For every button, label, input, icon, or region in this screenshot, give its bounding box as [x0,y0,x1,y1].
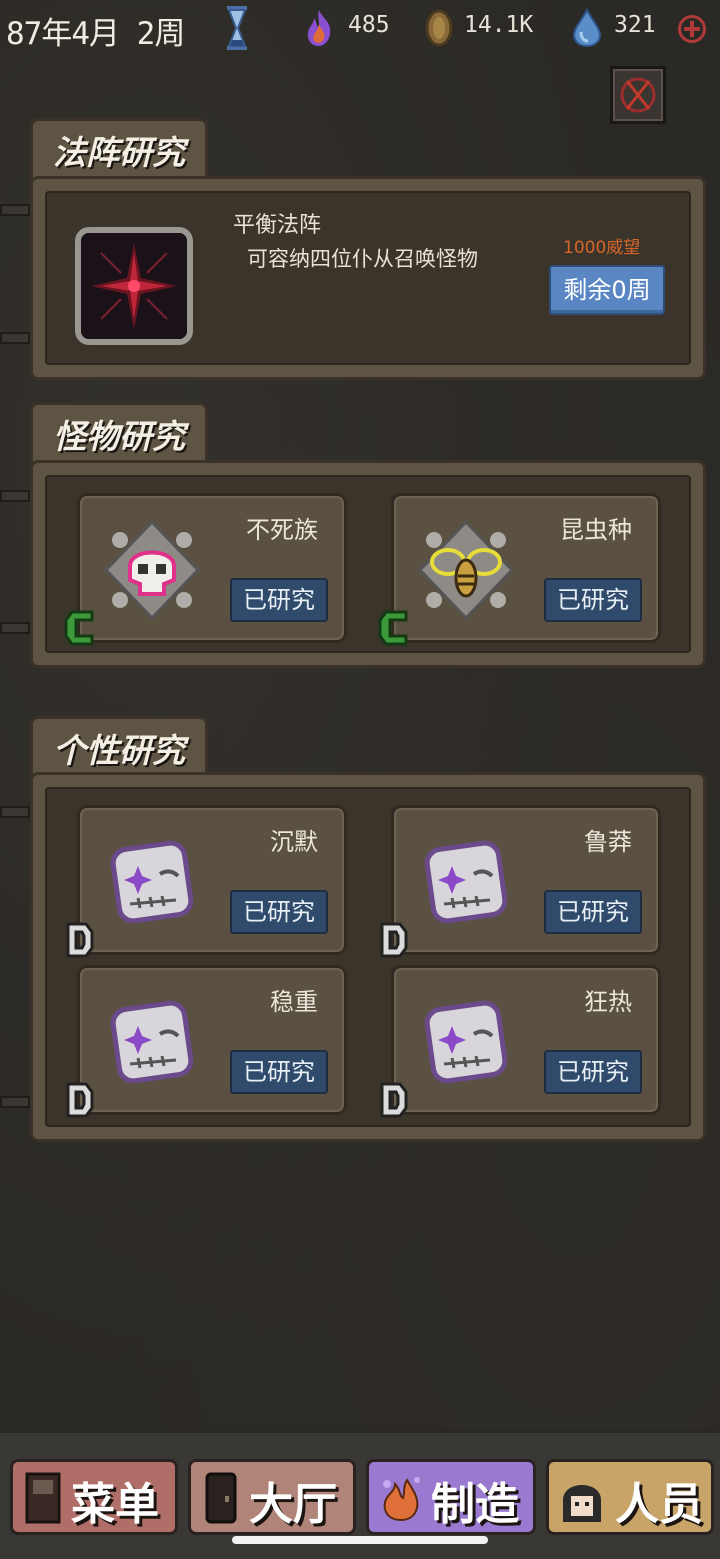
stitched-face-icon [424,1000,508,1084]
status-bar: 87年4月 2周 485 14.1K 321 [0,0,720,60]
grade-c-icon [64,610,94,646]
craft-button[interactable]: 制造 [366,1459,536,1535]
hall-button[interactable]: 大厅 [188,1459,356,1535]
card-title: 鲁莽 [584,828,632,856]
stitched-face-icon [424,840,508,924]
panel-bracket [0,622,30,634]
monster-card-insect[interactable]: 昆虫种 已研究 [378,493,661,646]
skull-icon [103,519,201,621]
hourglass-icon[interactable] [226,6,248,50]
trait-section: 个性研究 沉默 已研究 鲁莽 已研究 稳重 已研究 狂热 已研究 [0,716,710,1144]
formation-title: 平衡法阵 [233,213,322,238]
researched-button[interactable]: 已研究 [544,578,642,622]
card-title: 不死族 [246,516,318,544]
bee-icon [417,519,515,621]
formation-icon[interactable] [75,227,193,345]
monster-card-undead[interactable]: 不死族 已研究 [64,493,347,646]
trait-panel: 沉默 已研究 鲁莽 已研究 稳重 已研究 狂热 已研究 [30,772,706,1142]
panel-bracket [0,1096,30,1108]
trait-card-steady[interactable]: 稳重 已研究 [66,965,347,1118]
remaining-weeks-button[interactable]: 剩余0周 [549,265,665,315]
trait-card-fanatic[interactable]: 狂热 已研究 [380,965,661,1118]
formation-panel: 平衡法阵 可容纳四位仆从召唤怪物 1000威望 剩余0周 [30,176,706,380]
stitched-face-icon [110,1000,194,1084]
menu-button[interactable]: 菜单 [10,1459,178,1535]
trait-card-silent[interactable]: 沉默 已研究 [66,805,347,958]
close-icon [620,77,656,113]
card-title: 沉默 [270,828,318,856]
monster-section: 怪物研究 不死族 已研究 昆虫种 已研究 [0,402,710,670]
door-icon [205,1472,237,1524]
researched-button[interactable]: 已研究 [544,890,642,934]
researched-button[interactable]: 已研究 [230,578,328,622]
monster-panel: 不死族 已研究 昆虫种 已研究 [30,460,706,668]
researched-button[interactable]: 已研究 [230,890,328,934]
home-indicator[interactable] [232,1536,488,1544]
card-title: 稳重 [270,988,318,1016]
trait-card-reckless[interactable]: 鲁莽 已研究 [380,805,661,958]
coin-icon [425,9,453,47]
flame-value: 485 [348,12,390,38]
close-button[interactable] [610,66,666,124]
formation-section: 法阵研究 平衡法阵 可容纳四位仆从召唤怪物 1000威望 剩余0周 [0,118,710,380]
grade-d-icon [66,922,94,958]
panel-bracket [0,806,30,818]
water-drop-icon [572,8,602,48]
grade-c-icon [378,610,408,646]
panel-bracket [0,332,30,344]
panel-bracket [0,204,30,216]
person-icon [563,1485,601,1522]
game-date: 87年4月 2周 [6,16,185,52]
card-title: 狂热 [584,988,632,1016]
researched-button[interactable]: 已研究 [544,1050,642,1094]
coin-value: 14.1K [464,12,534,38]
grade-d-icon [380,922,408,958]
card-title: 昆虫种 [560,516,632,544]
staff-button[interactable]: 人员 [546,1459,714,1535]
add-resource-icon[interactable] [678,15,706,43]
panel-bracket [0,490,30,502]
flame-icon [307,10,331,46]
stitched-face-icon [110,840,194,924]
formation-description: 可容纳四位仆从召唤怪物 [247,247,478,271]
grade-d-icon [380,1082,408,1118]
researched-button[interactable]: 已研究 [230,1050,328,1094]
craft-flame-icon [383,1477,420,1522]
book-icon [25,1472,61,1524]
formation-cost: 1000威望 [563,238,641,258]
grade-d-icon [66,1082,94,1118]
water-value: 321 [614,12,656,38]
